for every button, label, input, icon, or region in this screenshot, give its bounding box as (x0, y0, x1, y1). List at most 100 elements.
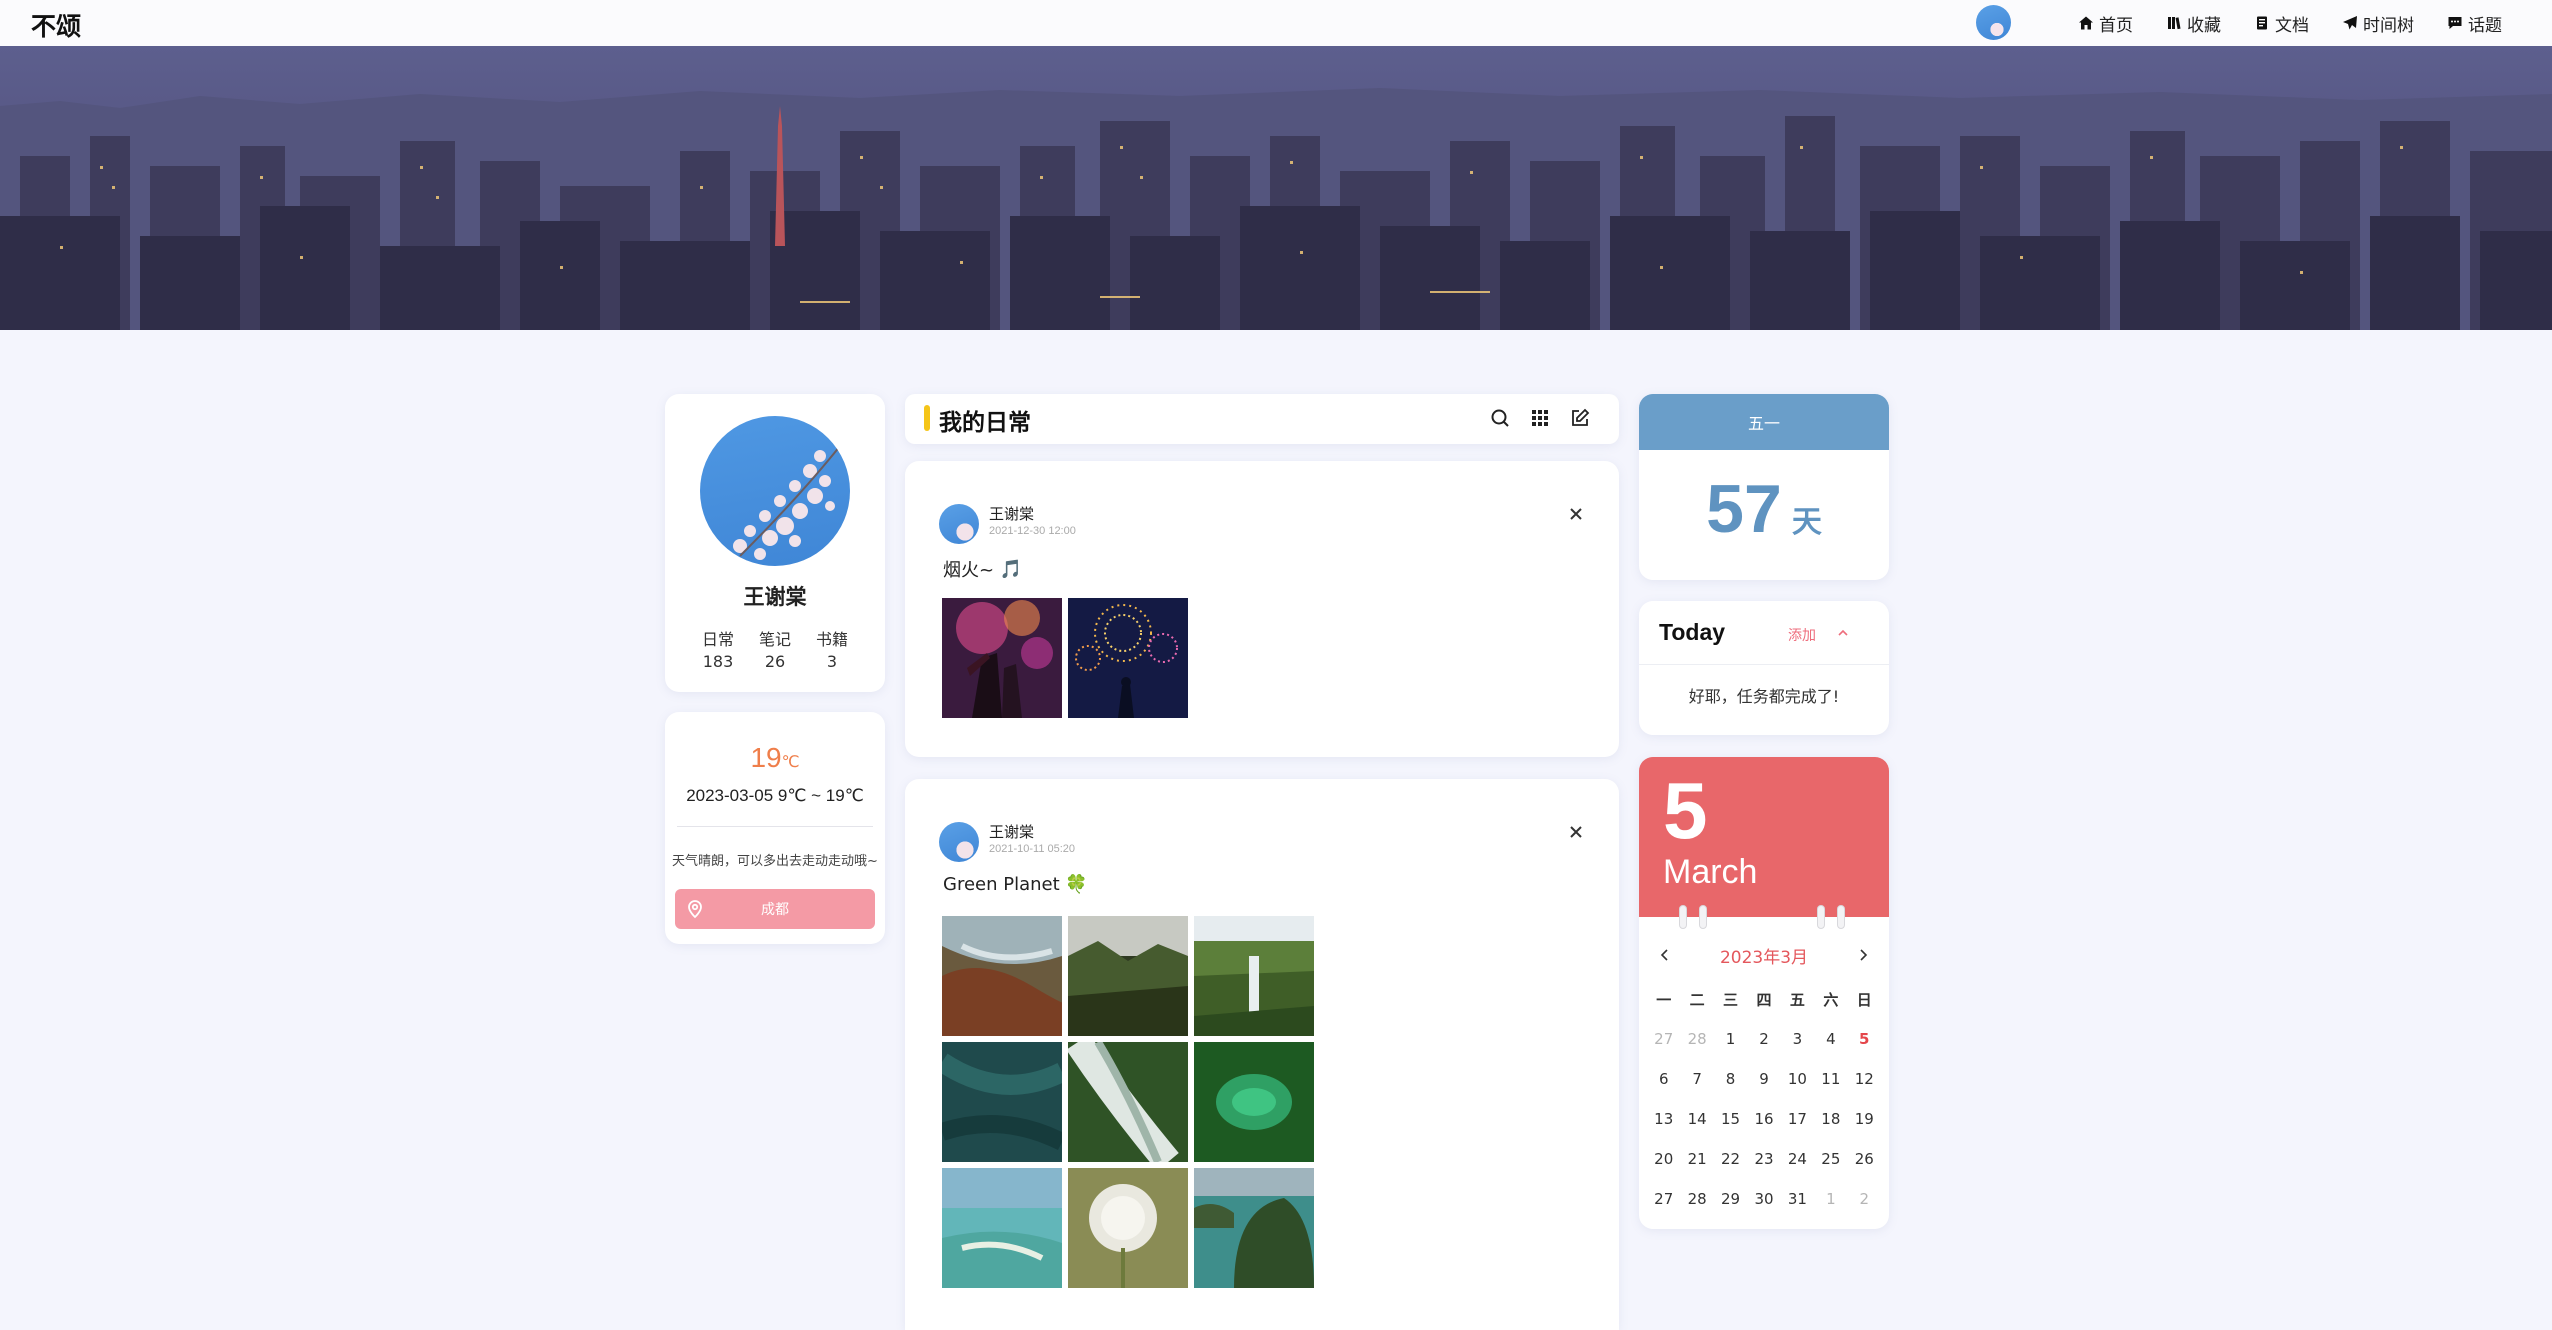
post-author-avatar[interactable] (939, 822, 979, 862)
post-photo[interactable] (1194, 1168, 1314, 1288)
nav-item-favorites[interactable]: 收藏 (2166, 11, 2221, 36)
calendar-day-cell[interactable]: 17 (1781, 1099, 1814, 1139)
city-button[interactable]: 成都 (675, 889, 875, 929)
nav-item-label: 收藏 (2187, 15, 2221, 36)
nav-item-label: 话题 (2468, 15, 2502, 36)
calendar-day-cell[interactable]: 6 (1647, 1059, 1680, 1099)
calendar-day-cell[interactable]: 2 (1848, 1179, 1881, 1219)
divider (1639, 664, 1889, 665)
calendar-day-cell[interactable]: 14 (1680, 1099, 1713, 1139)
calendar-day-cell[interactable]: 22 (1714, 1139, 1747, 1179)
calendar-day-cell[interactable]: 23 (1747, 1139, 1780, 1179)
calendar-day-cell[interactable]: 28 (1680, 1019, 1713, 1059)
calendar-day-cell[interactable]: 31 (1781, 1179, 1814, 1219)
city-banner-image (0, 46, 2552, 330)
binder-ring (1837, 905, 1845, 929)
calendar-day-cell[interactable]: 27 (1647, 1179, 1680, 1219)
close-button[interactable] (1565, 821, 1587, 843)
weekday-header: 三 (1723, 990, 1739, 1009)
calendar-day-cell[interactable]: 1 (1714, 1019, 1747, 1059)
weekday-header: 一 (1656, 990, 1672, 1009)
collapse-button[interactable] (1835, 625, 1851, 641)
location-pin-icon (688, 900, 702, 919)
document-icon (2257, 16, 2267, 30)
nav-item-timeline[interactable]: 时间树 (2342, 11, 2414, 36)
chevron-right-icon (1860, 949, 1868, 961)
calendar-day-cell[interactable]: 4 (1814, 1019, 1847, 1059)
post-photo[interactable] (1068, 1042, 1188, 1162)
calendar-day-cell[interactable]: 3 (1781, 1019, 1814, 1059)
weekday-header: 四 (1756, 990, 1772, 1009)
nav-item-docs[interactable]: 文档 (2254, 11, 2309, 36)
calendar-day-cell[interactable]: 11 (1814, 1059, 1847, 1099)
user-avatar[interactable] (1976, 5, 2011, 40)
feed-title: 我的日常 (939, 410, 1031, 436)
calendar-day-cell[interactable]: 16 (1747, 1099, 1780, 1139)
bookmark-icon (2168, 17, 2181, 30)
calendar-day-cell[interactable]: 27 (1647, 1019, 1680, 1059)
site-logo[interactable]: 不颂 (31, 7, 81, 43)
post-photo[interactable] (1068, 598, 1188, 718)
stat-label: 日常 (701, 630, 734, 649)
calendar-day-cell[interactable]: 15 (1714, 1099, 1747, 1139)
post-photo[interactable] (1194, 1042, 1314, 1162)
calendar-day-cell[interactable]: 12 (1848, 1059, 1881, 1099)
fireworks-photo (942, 598, 1062, 718)
calendar-day-cell[interactable]: 9 (1747, 1059, 1780, 1099)
island-photo (1194, 1168, 1314, 1288)
calendar-day-cell[interactable]: 20 (1647, 1139, 1680, 1179)
post-card: 王谢棠 2021-12-30 12:00 烟火~ 🎵 (905, 461, 1619, 757)
calendar-day-cell[interactable]: 18 (1814, 1099, 1847, 1139)
calendar-day-cell[interactable]: 19 (1848, 1099, 1881, 1139)
calendar-day-cell[interactable]: 29 (1714, 1179, 1747, 1219)
dandelion-photo (1068, 1168, 1188, 1288)
calendar-today[interactable]: 5 (1848, 1019, 1881, 1059)
binder-ring (1817, 905, 1825, 929)
calendar-day-cell[interactable]: 7 (1680, 1059, 1713, 1099)
main-nav: 首页 收藏 文档 时间树 话题 (2078, 0, 2502, 46)
post-photo[interactable] (1068, 916, 1188, 1036)
top-navbar: 不颂 首页 收藏 文档 时间树 话题 (0, 0, 2552, 46)
post-author[interactable]: 王谢棠 (989, 821, 1034, 842)
post-photo[interactable] (942, 1168, 1062, 1288)
calendar-day-cell[interactable]: 13 (1647, 1099, 1680, 1139)
stat-value: 3 (826, 652, 838, 671)
add-task-button[interactable]: 添加 (1788, 625, 1816, 645)
post-photo[interactable] (1194, 916, 1314, 1036)
calendar-day-cell[interactable]: 2 (1747, 1019, 1780, 1059)
calendar-day-cell[interactable]: 25 (1814, 1139, 1847, 1179)
stat-daily[interactable]: 日常 183 (702, 629, 734, 673)
post-author[interactable]: 王谢棠 (989, 503, 1034, 524)
calendar-day-cell[interactable]: 24 (1781, 1139, 1814, 1179)
weather-card: 19℃ 2023-03-05 9℃ ~ 19℃ 天气晴朗，可以多出去走动走动哦~… (665, 712, 885, 944)
weekday-header: 六 (1823, 990, 1839, 1009)
search-button[interactable] (1489, 407, 1511, 429)
post-photo[interactable] (942, 1042, 1062, 1162)
nav-item-home[interactable]: 首页 (2078, 11, 2133, 36)
calendar-day-cell[interactable]: 10 (1781, 1059, 1814, 1099)
calendar-day-cell[interactable]: 1 (1814, 1179, 1847, 1219)
stat-notes[interactable]: 笔记 26 (759, 629, 791, 673)
countdown-value: 57 天 (1639, 470, 1889, 548)
grid-view-button[interactable] (1529, 407, 1551, 429)
divider (677, 826, 873, 827)
calendar-day-cell[interactable]: 30 (1747, 1179, 1780, 1219)
skyline-graphic (0, 46, 2552, 330)
calendar-day-cell[interactable]: 21 (1680, 1139, 1713, 1179)
profile-avatar[interactable] (700, 416, 850, 566)
temperature-unit: ℃ (781, 754, 800, 771)
post-photo[interactable] (1068, 1168, 1188, 1288)
nav-item-topics[interactable]: 话题 (2447, 11, 2502, 36)
calendar-day-cell[interactable]: 8 (1714, 1059, 1747, 1099)
calendar-day-cell[interactable]: 28 (1680, 1179, 1713, 1219)
close-button[interactable] (1565, 503, 1587, 525)
close-icon (1570, 508, 1582, 520)
compose-button[interactable] (1569, 407, 1591, 429)
post-author-avatar[interactable] (939, 504, 979, 544)
stat-books[interactable]: 书籍 3 (816, 629, 848, 673)
post-photo[interactable] (942, 598, 1062, 718)
calendar-day-cell[interactable]: 26 (1848, 1139, 1881, 1179)
post-photo[interactable] (942, 916, 1062, 1036)
today-message: 好耶，任务都完成了! (1688, 687, 1840, 706)
next-month-button[interactable] (1853, 945, 1873, 965)
